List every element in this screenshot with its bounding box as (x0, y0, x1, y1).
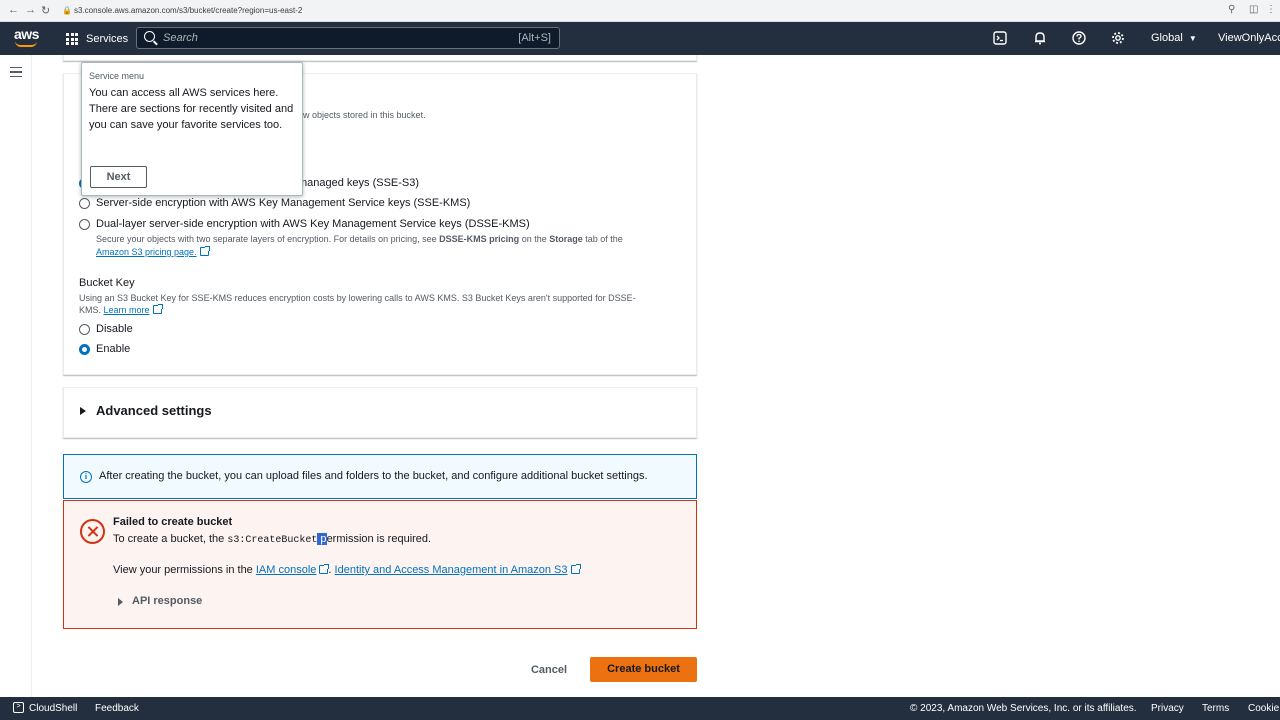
account-menu[interactable]: ViewOnlyAcce (1218, 32, 1280, 44)
bucket-key-description: Using an S3 Bucket Key for SSE-KMS reduc… (79, 293, 636, 303)
caret-right-icon[interactable] (118, 598, 123, 606)
cloudshell-icon[interactable] (993, 31, 1007, 45)
address-bar[interactable]: 🔒 s3.console.aws.amazon.com/s3/bucket/cr… (60, 3, 1220, 19)
external-link-icon (319, 564, 330, 574)
dsse-description: Secure your objects with two separate la… (96, 234, 623, 244)
pricing-page-link[interactable]: Amazon S3 pricing page. (96, 247, 197, 257)
feedback-link[interactable]: Feedback (95, 703, 139, 714)
grid-icon (66, 33, 78, 45)
radio-label-enable: Enable (96, 343, 131, 355)
dsse-desc-mid: on the (519, 234, 550, 244)
cloudshell-icon[interactable]: > (13, 702, 24, 713)
zoom-icon[interactable]: ⚲ (1228, 4, 1235, 15)
lock-icon: 🔒 (62, 6, 72, 15)
dsse-pricing-label: DSSE-KMS pricing (439, 234, 520, 244)
bell-icon[interactable] (1033, 31, 1047, 45)
cookie-link[interactable]: Cookie (1248, 703, 1279, 714)
help-icon[interactable] (1072, 31, 1086, 45)
error-title: Failed to create bucket (113, 516, 233, 528)
radio-dsse-kms[interactable] (79, 219, 90, 230)
error-body-prefix: To create a bucket, the (113, 533, 228, 545)
search-placeholder: Search (163, 32, 198, 44)
radio-label-sse-kms: Server-side encryption with AWS Key Mana… (96, 197, 471, 209)
external-link-icon (199, 246, 210, 256)
radio-label-disable: Disable (96, 323, 133, 335)
region-label: Global (1151, 32, 1183, 44)
advanced-settings-title[interactable]: Advanced settings (96, 403, 212, 418)
radio-bucket-key-enable[interactable] (79, 344, 90, 355)
hamburger-menu-icon[interactable] (10, 67, 22, 77)
terms-link[interactable]: Terms (1202, 703, 1229, 714)
radio-label-dsse-kms: Dual-layer server-side encryption with A… (96, 218, 530, 230)
dsse-desc-suffix: tab of the (582, 234, 623, 244)
menu-icon[interactable]: ⋮ (1266, 4, 1276, 15)
permission-code: s3:CreateBucket (227, 535, 318, 546)
cancel-button[interactable]: Cancel (520, 659, 578, 681)
external-link-icon (570, 564, 581, 574)
copyright-text: © 2023, Amazon Web Services, Inc. or its… (910, 703, 1137, 714)
caret-down-icon: ▼ (1188, 34, 1197, 43)
console-footer: > CloudShell Feedback © 2023, Amazon Web… (0, 697, 1280, 720)
aws-logo[interactable]: aws (14, 27, 40, 48)
account-name: ViewOnlyAcce (1218, 32, 1280, 44)
storage-tab-label: Storage (549, 234, 583, 244)
iam-console-link[interactable]: IAM console (256, 564, 317, 576)
info-icon: i (80, 471, 92, 483)
bucket-key-title: Bucket Key (79, 277, 135, 289)
sidebar-icon[interactable]: ◫ (1249, 4, 1258, 15)
region-selector[interactable]: Global ▼ (1151, 32, 1197, 44)
popover-body: You can access all AWS services here. Th… (89, 87, 294, 131)
api-response-toggle[interactable]: API response (132, 595, 202, 607)
previous-panel-bottom (63, 55, 697, 61)
pricing-link-row: Amazon S3 pricing page. (96, 246, 210, 257)
dsse-desc-prefix: Secure your objects with two separate la… (96, 234, 440, 244)
search-input[interactable]: Search [Alt+S] (136, 27, 560, 49)
info-alert-text: After creating the bucket, you can uploa… (99, 470, 648, 482)
error-icon (80, 519, 105, 544)
selected-text: p (317, 533, 327, 545)
browser-toolbar: ← → ↻ 🔒 s3.console.aws.amazon.com/s3/buc… (0, 0, 1280, 22)
radio-sse-kms[interactable] (79, 198, 90, 209)
learn-more-link[interactable]: Learn more (104, 305, 150, 315)
bucket-key-desc-end: KMS. (79, 305, 102, 315)
radio-label-sse-s3: managed keys (SSE-S3) (298, 177, 420, 189)
error-permissions-row: View your permissions in the IAM console… (113, 564, 581, 576)
radio-bucket-key-disable[interactable] (79, 324, 90, 335)
permissions-prefix: View your permissions in the (113, 564, 256, 576)
gear-icon[interactable] (1111, 31, 1125, 45)
error-body-suffix: ermission is required. (326, 533, 432, 545)
url-text: s3.console.aws.amazon.com/s3/bucket/crea… (74, 6, 303, 15)
popover-next-button[interactable]: Next (90, 166, 147, 188)
services-menu-button[interactable]: Services (66, 30, 128, 48)
forward-icon[interactable]: → (25, 4, 36, 16)
back-icon[interactable]: ← (8, 4, 19, 16)
cloudshell-link[interactable]: CloudShell (29, 703, 77, 714)
services-label: Services (86, 33, 129, 45)
reload-icon[interactable]: ↻ (41, 4, 50, 17)
bucket-key-description-2: KMS. Learn more (79, 304, 163, 315)
iam-s3-link[interactable]: Identity and Access Management in Amazon… (335, 564, 568, 576)
aws-top-nav: aws Services Search [Alt+S] Global ▼ Vie… (0, 22, 1280, 55)
search-shortcut: [Alt+S] (518, 32, 551, 44)
external-link-icon (152, 304, 163, 314)
left-navigation-rail (0, 55, 32, 697)
encryption-description: ew objects stored in this bucket. (298, 110, 426, 120)
create-bucket-button[interactable]: Create bucket (590, 657, 697, 682)
popover-heading: Service menu (89, 71, 145, 81)
caret-right-icon[interactable] (80, 407, 86, 415)
search-icon (144, 31, 155, 42)
privacy-link[interactable]: Privacy (1151, 703, 1184, 714)
error-body: To create a bucket, the s3:CreateBucket … (113, 533, 431, 546)
